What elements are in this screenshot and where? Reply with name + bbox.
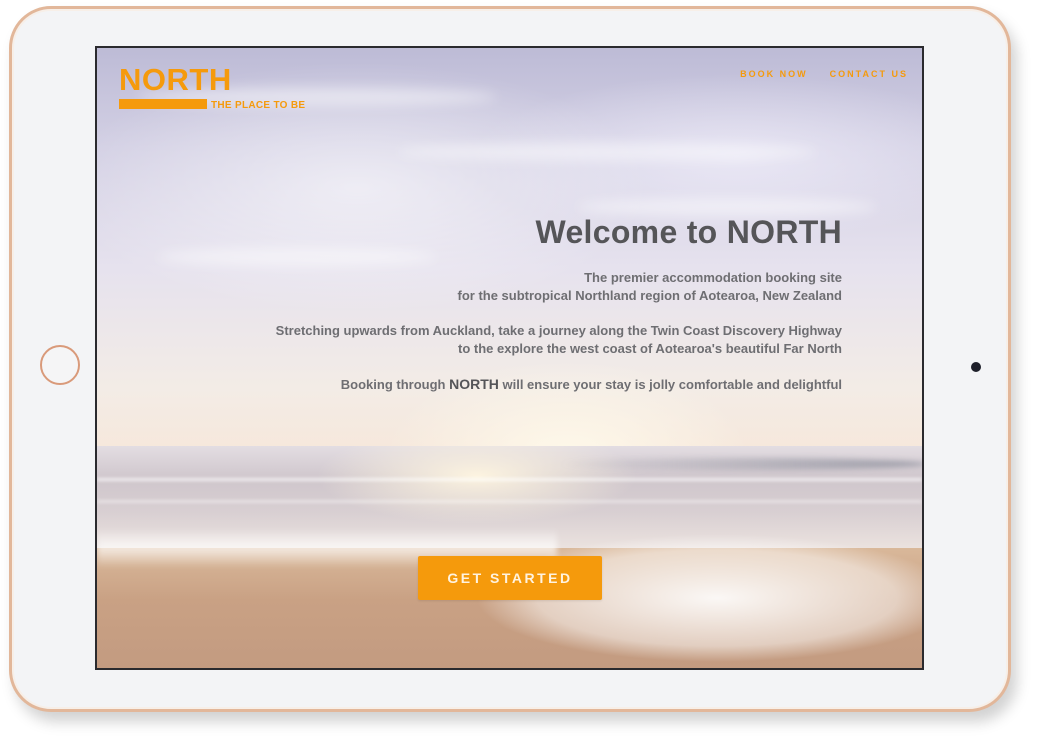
- hero-title: Welcome to NORTH: [535, 214, 842, 250]
- home-button[interactable]: [40, 345, 80, 385]
- logo-tagline: THE PLACE TO BE: [211, 100, 306, 111]
- get-started-button[interactable]: GET STARTED: [418, 556, 602, 600]
- wave: [97, 500, 922, 503]
- hero-section: Welcome to NORTH The premier accommodati…: [276, 214, 842, 411]
- logo-wordmark: NORTH: [119, 62, 232, 97]
- camera-icon: [971, 362, 981, 372]
- nav-contact-us-link[interactable]: CONTACT US: [830, 69, 908, 79]
- hero-intro-line: for the subtropical Northland region of …: [457, 288, 843, 303]
- hero-journey-line: Stretching upwards from Auckland, take a…: [275, 323, 842, 338]
- booking-text-before: Booking through: [340, 377, 450, 392]
- logo-underline-bar: [119, 99, 207, 109]
- wave: [97, 478, 922, 481]
- hero-intro-line: The premier accommodation booking site: [584, 270, 842, 285]
- stage: NORTH THE PLACE TO BE BOOK NOW CONTACT U…: [0, 0, 1048, 746]
- site-logo[interactable]: NORTH THE PLACE TO BE: [119, 62, 305, 111]
- top-nav: BOOK NOW CONTACT US: [740, 69, 908, 79]
- hero-booking-paragraph: Booking through NORTH will ensure your s…: [276, 375, 842, 394]
- tablet-screen: NORTH THE PLACE TO BE BOOK NOW CONTACT U…: [95, 46, 924, 670]
- nav-book-now-link[interactable]: BOOK NOW: [740, 69, 808, 79]
- cloud-streak: [397, 143, 817, 161]
- wave: [557, 458, 922, 470]
- booking-text-after: will ensure your stay is jolly comfortab…: [498, 377, 842, 392]
- hero-journey-paragraph: Stretching upwards from Auckland, take a…: [276, 322, 842, 358]
- hero-journey-line: to the explore the west coast of Aotearo…: [457, 341, 842, 356]
- booking-brand-name: NORTH: [449, 376, 499, 392]
- hero-intro-paragraph: The premier accommodation booking site f…: [276, 269, 843, 305]
